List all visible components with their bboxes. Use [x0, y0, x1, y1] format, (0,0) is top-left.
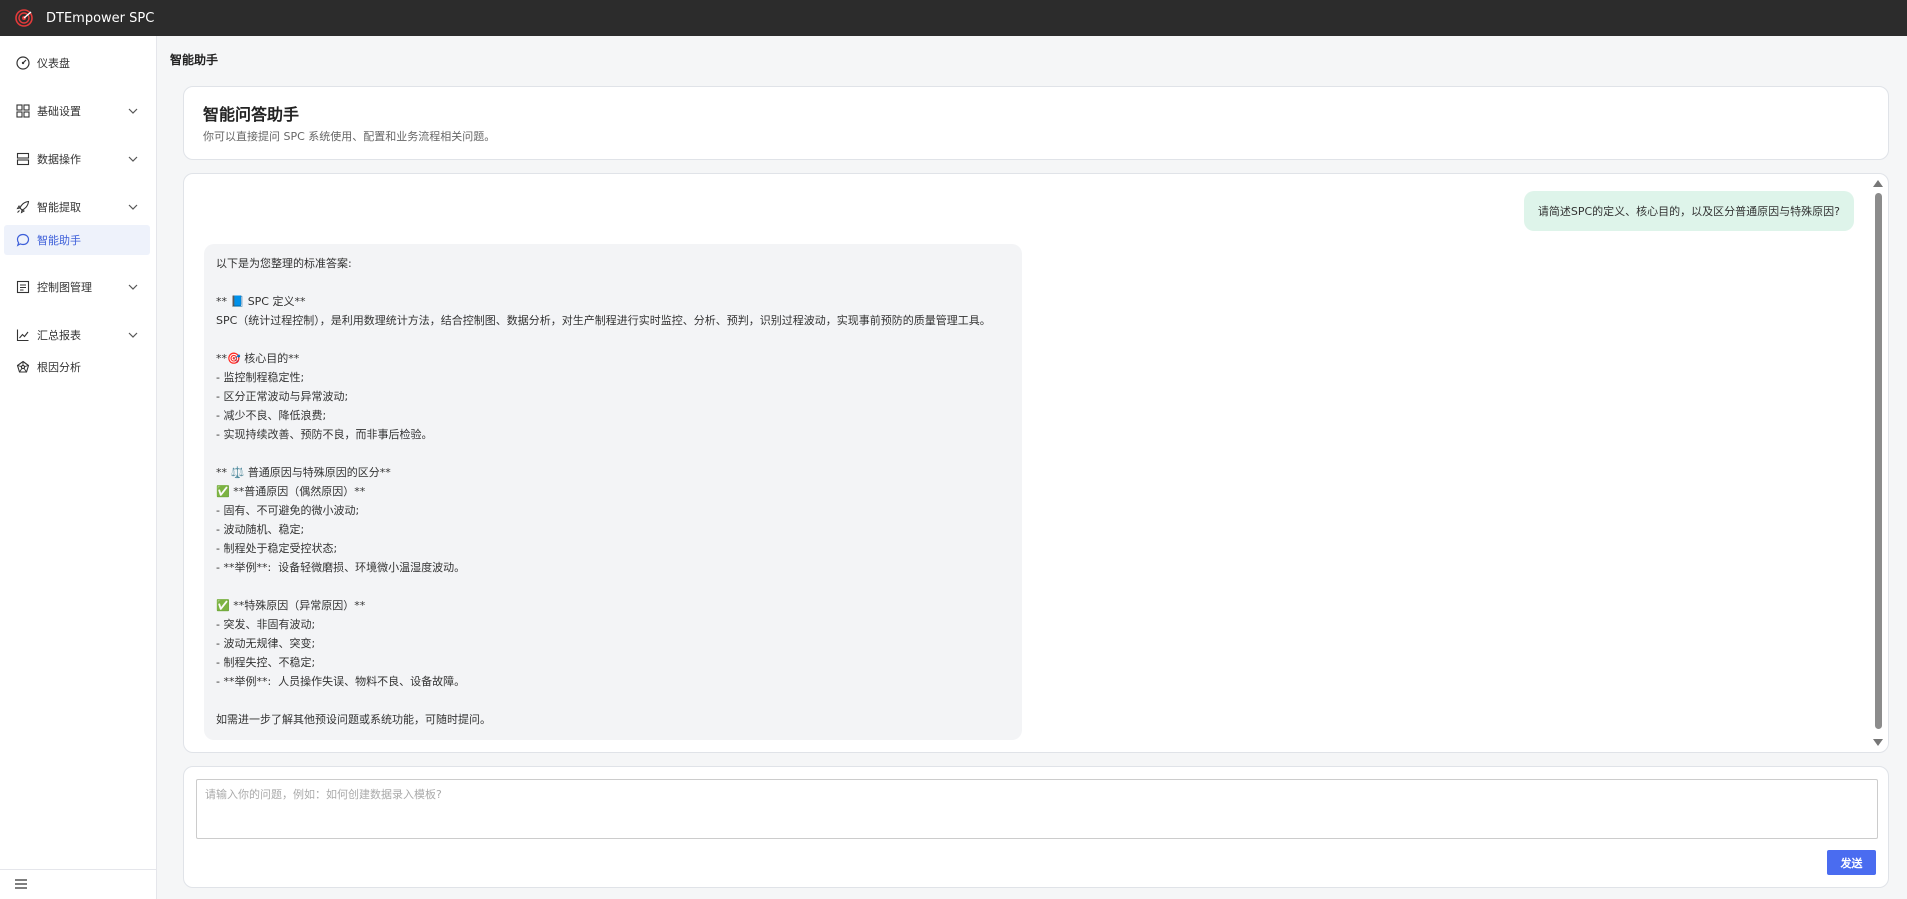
- question-input[interactable]: [196, 779, 1878, 839]
- sidebar-item-label: 根因分析: [37, 361, 81, 374]
- sidebar-item-label: 汇总报表: [37, 329, 81, 342]
- sidebar-item-summary-reports[interactable]: 汇总报表: [0, 320, 157, 350]
- chevron-down-icon[interactable]: [127, 105, 139, 117]
- sidebar-item-label: 基础设置: [37, 105, 81, 118]
- user-message-bubble: 请简述SPC的定义、核心目的，以及区分普通原因与特殊原因?: [1523, 191, 1854, 231]
- sidebar-item-label: 智能提取: [37, 201, 81, 214]
- database-icon: [15, 151, 31, 167]
- chat-bubble-icon: [15, 232, 31, 248]
- sidebar-item-label: 仪表盘: [37, 57, 70, 70]
- sidebar-item-label: 数据操作: [37, 153, 81, 166]
- sidebar-item-label: 智能助手: [37, 234, 81, 247]
- assistant-subtitle: 你可以直接提问 SPC 系统使用、配置和业务流程相关问题。: [203, 130, 496, 143]
- assistant-message-line: - 制程失控、不稳定;: [216, 656, 316, 669]
- sidebar-item-root-cause-analysis[interactable]: 根因分析: [0, 352, 157, 382]
- sidebar-item-smart-extraction[interactable]: 智能提取: [0, 192, 157, 222]
- assistant-message-line: ** ⚖️ 普通原因与特殊原因的区分**: [216, 466, 391, 479]
- sidebar-item-label: 控制图管理: [37, 281, 92, 294]
- gauge-icon: [15, 55, 31, 71]
- assistant-message-line: - 区分正常波动与异常波动;: [216, 390, 349, 403]
- sidebar-footer: [0, 869, 157, 899]
- app-logo-icon: [14, 8, 34, 28]
- assistant-message-line: - 制程处于稳定受控状态;: [216, 542, 338, 555]
- assistant-message-line: [216, 273, 1010, 292]
- sidebar-item-control-chart-management[interactable]: 控制图管理: [0, 272, 157, 302]
- assistant-message-line: [216, 444, 1010, 463]
- chevron-down-icon[interactable]: [127, 153, 139, 165]
- app-title: DTEmpower SPC: [46, 10, 155, 26]
- chat-panel[interactable]: 请简述SPC的定义、核心目的，以及区分普通原因与特殊原因? 以下是为您整理的标准…: [183, 173, 1889, 753]
- scrollbar-thumb[interactable]: [1875, 193, 1882, 729]
- assistant-message-line: **🎯 核心目的**: [216, 352, 300, 365]
- document-icon: [15, 279, 31, 295]
- assistant-message-line: - 减少不良、降低浪费;: [216, 409, 327, 422]
- chevron-down-icon[interactable]: [127, 281, 139, 293]
- sidebar: 仪表盘 基础设置 数据操作 智能提取 智能助手 控制图管理 汇总报表 根因分析: [0, 36, 157, 899]
- scroll-down-arrow-icon[interactable]: [1873, 739, 1883, 746]
- assistant-message-line: [216, 330, 1010, 349]
- network-icon: [15, 359, 31, 375]
- assistant-message-line: - 突发、非固有波动;: [216, 618, 316, 631]
- assistant-message-line: - 实现持续改善、预防不良，而非事后检验。: [216, 428, 433, 441]
- send-button[interactable]: 发送: [1827, 850, 1876, 875]
- chevron-down-icon[interactable]: [127, 201, 139, 213]
- rocket-icon: [15, 199, 31, 215]
- assistant-title: 智能问答助手: [203, 105, 300, 124]
- assistant-message-line: - 波动无规律、突变;: [216, 637, 316, 650]
- assistant-message-line: 以下是为您整理的标准答案:: [216, 257, 352, 270]
- sidebar-item-basic-settings[interactable]: 基础设置: [0, 96, 157, 126]
- page-title: 智能助手: [170, 53, 219, 67]
- assistant-message-bubble: 以下是为您整理的标准答案: ** 📘 SPC 定义** SPC（统计过程控制），是利…: [204, 244, 1022, 740]
- assistant-message-line: SPC（统计过程控制），是利用数理统计方法，结合控制图、数据分析，对生产制程进行…: [216, 314, 991, 327]
- sidebar-item-data-operations[interactable]: 数据操作: [0, 144, 157, 174]
- sidebar-item-dashboard[interactable]: 仪表盘: [0, 48, 157, 78]
- question-input-card: 发送: [183, 766, 1889, 888]
- assistant-message-line: ** 📘 SPC 定义**: [216, 295, 306, 308]
- assistant-message-line: - **举例**: 设备轻微磨损、环境微小温湿度波动。: [216, 561, 466, 574]
- assistant-message-line: - **举例**: 人员操作失误、物料不良、设备故障。: [216, 675, 466, 688]
- chevron-down-icon[interactable]: [127, 329, 139, 341]
- assistant-message-line: [216, 577, 1010, 596]
- top-bar: DTEmpower SPC: [0, 0, 1907, 36]
- assistant-message-line: - 波动随机、稳定;: [216, 523, 305, 536]
- assistant-message-line: - 监控制程稳定性;: [216, 371, 305, 384]
- line-chart-icon: [15, 327, 31, 343]
- assistant-message-line: 如需进一步了解其他预设问题或系统功能，可随时提问。: [216, 713, 491, 726]
- assistant-header-card: 智能问答助手 你可以直接提问 SPC 系统使用、配置和业务流程相关问题。: [183, 86, 1889, 160]
- hamburger-menu-icon[interactable]: [14, 875, 28, 894]
- sidebar-item-smart-assistant[interactable]: 智能助手: [4, 225, 150, 255]
- assistant-message-line: ✅ **普通原因（偶然原因）**: [216, 485, 366, 498]
- grid-icon: [15, 103, 31, 119]
- chat-scrollbar[interactable]: [1873, 176, 1886, 750]
- assistant-message-line: ✅ **特殊原因（异常原因）**: [216, 599, 366, 612]
- assistant-message-line: [216, 691, 1010, 710]
- assistant-message-line: - 固有、不可避免的微小波动;: [216, 504, 360, 517]
- scroll-up-arrow-icon[interactable]: [1873, 180, 1883, 187]
